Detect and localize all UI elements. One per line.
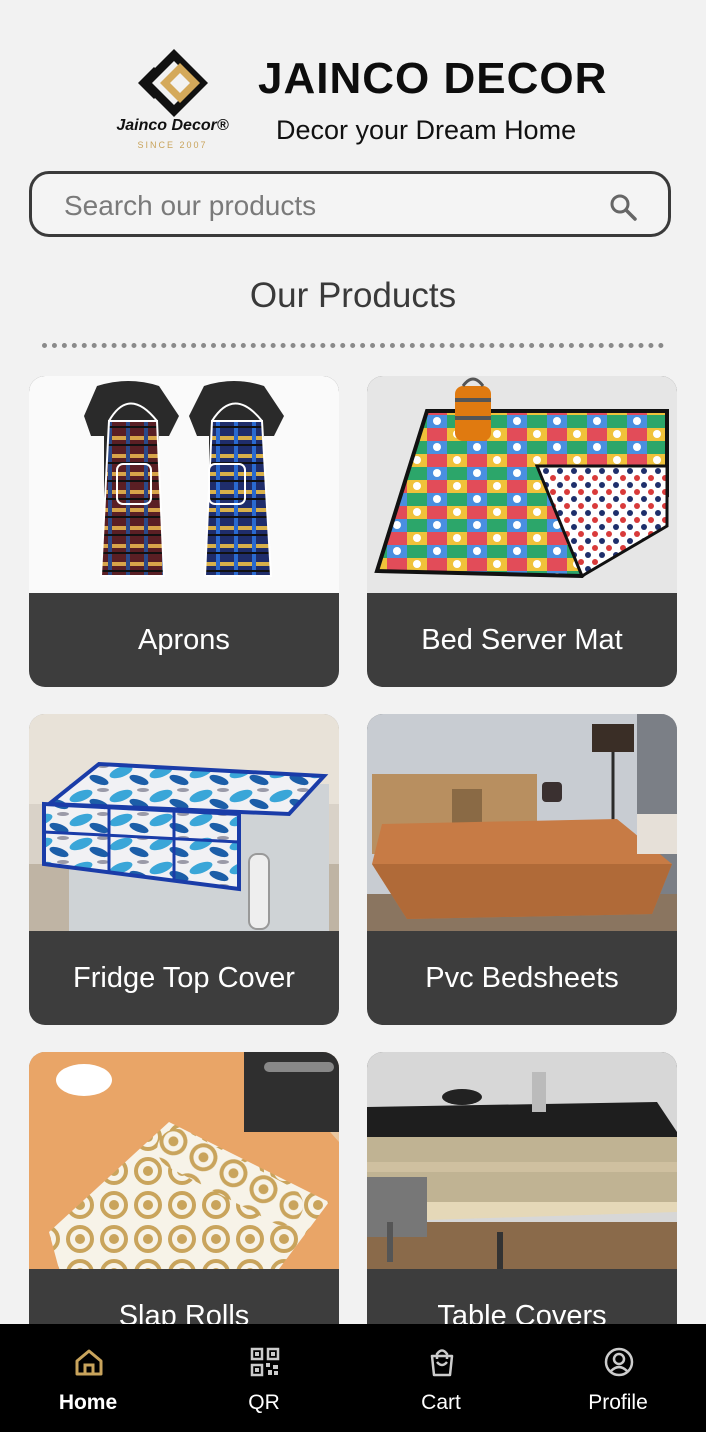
product-card-pvc-bedsheets[interactable]: Pvc Bedsheets [367, 714, 677, 1025]
section-divider [42, 343, 664, 348]
product-label: Pvc Bedsheets [425, 961, 619, 994]
home-icon [75, 1349, 103, 1376]
product-card-table-covers[interactable]: Table Covers [367, 1052, 677, 1363]
section-title: Our Products [249, 276, 457, 315]
logo-diamond-icon [138, 49, 208, 117]
nav-cart[interactable]: Cart [353, 1324, 529, 1432]
product-image-table-covers [367, 1052, 677, 1269]
product-card-aprons[interactable]: Aprons [29, 376, 339, 687]
nav-profile-label: Profile [588, 1391, 648, 1414]
logo-text: Jainco Decor® [116, 117, 229, 134]
brand-logo: Jainco Decor® SINCE 2007 [100, 45, 245, 155]
brand-title: JAINCO DECOR [258, 54, 608, 103]
product-image-slap-rolls [29, 1052, 339, 1269]
product-label: Aprons [138, 623, 230, 656]
product-card-bed-server-mat[interactable]: Bed Server Mat [367, 376, 677, 687]
bottom-navigation: Home QR Cart Profile [0, 1324, 706, 1432]
product-label: Bed Server Mat [421, 623, 623, 656]
product-image-aprons [29, 376, 339, 593]
nav-cart-label: Cart [421, 1391, 461, 1414]
nav-home-label: Home [58, 1391, 118, 1414]
search-input[interactable] [62, 186, 586, 226]
search-bar[interactable] [29, 171, 671, 237]
search-icon[interactable] [608, 192, 638, 222]
product-card-fridge-top-cover[interactable]: Fridge Top Cover [29, 714, 339, 1025]
nav-home[interactable]: Home [0, 1324, 176, 1432]
logo-since-text: SINCE 2007 [137, 140, 208, 150]
app-header: Jainco Decor® SINCE 2007 JAINCO DECOR De… [0, 0, 706, 165]
brand-tagline: Decor your Dream Home [276, 115, 577, 145]
nav-qr-label: QR [248, 1391, 280, 1414]
product-image-fridge-top-cover [29, 714, 339, 931]
user-circle-icon [604, 1347, 634, 1377]
nav-qr[interactable]: QR [176, 1324, 352, 1432]
nav-profile[interactable]: Profile [530, 1324, 706, 1432]
product-image-pvc-bedsheets [367, 714, 677, 931]
qr-code-icon [250, 1347, 280, 1377]
product-card-slap-rolls[interactable]: Slap Rolls [29, 1052, 339, 1363]
product-image-bed-server-mat [367, 376, 677, 593]
product-label: Fridge Top Cover [73, 961, 295, 994]
shopping-bag-icon [430, 1349, 454, 1377]
